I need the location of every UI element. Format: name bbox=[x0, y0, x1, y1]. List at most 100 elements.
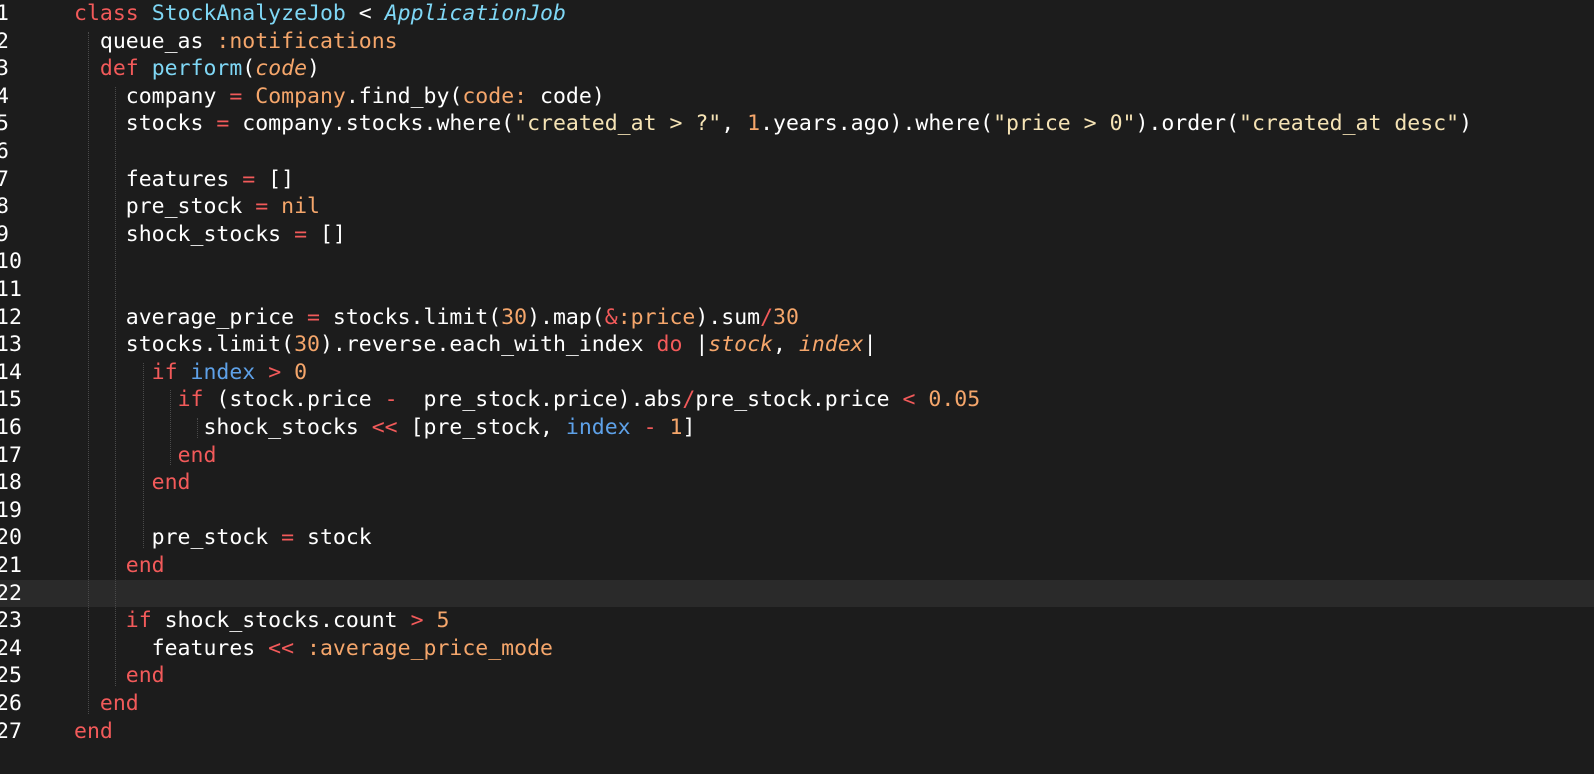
gutter[interactable]: 10 bbox=[0, 248, 40, 276]
code-line[interactable]: 26 end bbox=[0, 690, 1594, 718]
code-editor[interactable]: 1 class StockAnalyzeJob < ApplicationJob 2… bbox=[0, 0, 1594, 774]
code-line[interactable]: 2 queue_as :notifications bbox=[0, 28, 1594, 56]
code-line[interactable]: 3 def perform(code) bbox=[0, 55, 1594, 83]
code-text[interactable]: pre_stock = stock bbox=[74, 524, 372, 552]
code-token: code bbox=[255, 56, 308, 82]
code-line[interactable]: 17 end bbox=[0, 442, 1594, 470]
code-token: stock bbox=[708, 332, 774, 358]
code-line[interactable]: 24 features << :average_price_mode bbox=[0, 635, 1594, 663]
code-token: ).order( bbox=[1135, 111, 1240, 137]
code-line[interactable]: 20 pre_stock = stock bbox=[0, 524, 1594, 552]
gutter[interactable]: 3 bbox=[0, 55, 40, 83]
code-line[interactable]: 5 stocks = company.stocks.where("created… bbox=[0, 110, 1594, 138]
code-text[interactable]: class StockAnalyzeJob < ApplicationJob bbox=[74, 0, 566, 28]
code-line[interactable]: 13 stocks.limit(30).reverse.each_with_in… bbox=[0, 331, 1594, 359]
gutter[interactable]: 8 bbox=[0, 193, 40, 221]
code-line[interactable]: 21 end bbox=[0, 552, 1594, 580]
gutter[interactable]: 7 bbox=[0, 166, 40, 194]
code-text[interactable]: company = Company.find_by(code: code) bbox=[74, 83, 605, 111]
code-line[interactable]: 1 class StockAnalyzeJob < ApplicationJob bbox=[0, 0, 1594, 28]
code-line[interactable]: 6 bbox=[0, 138, 1594, 166]
gutter[interactable]: 27 bbox=[0, 718, 40, 746]
code-token: stocks.limit( bbox=[319, 304, 502, 330]
gutter[interactable]: 21 bbox=[0, 552, 40, 580]
gutter[interactable]: 23 bbox=[0, 607, 40, 635]
code-token: = bbox=[229, 83, 243, 109]
gutter[interactable]: 4 bbox=[0, 83, 40, 111]
code-token: if bbox=[125, 608, 152, 634]
code-text[interactable]: def perform(code) bbox=[74, 55, 320, 83]
code-text[interactable]: average_price = stocks.limit(30).map(&:p… bbox=[74, 304, 799, 332]
code-line[interactable]: 25 end bbox=[0, 662, 1594, 690]
code-token: do bbox=[656, 332, 683, 358]
code-text[interactable]: stocks = company.stocks.where("created_a… bbox=[74, 110, 1472, 138]
code-text[interactable]: end bbox=[74, 442, 217, 470]
code-token: "created_at desc" bbox=[1239, 111, 1460, 137]
gutter[interactable]: 13 bbox=[0, 331, 40, 359]
gutter[interactable]: 11 bbox=[0, 276, 40, 304]
code-text[interactable]: end bbox=[74, 718, 113, 746]
code-token: "created_at > ?" bbox=[514, 111, 722, 137]
gutter[interactable]: 14 bbox=[0, 359, 40, 387]
gutter[interactable]: 12 bbox=[0, 304, 40, 332]
gutter[interactable]: 9 bbox=[0, 221, 40, 249]
code-line[interactable]: 16 shock_stocks << [pre_stock, index - 1… bbox=[0, 414, 1594, 442]
code-token: end bbox=[74, 718, 113, 744]
code-line[interactable]: 9 shock_stocks = [] bbox=[0, 221, 1594, 249]
code-line[interactable]: 22 bbox=[0, 579, 1594, 608]
gutter[interactable]: 1 bbox=[0, 0, 40, 28]
code-line[interactable]: 12 average_price = stocks.limit(30).map(… bbox=[0, 304, 1594, 332]
code-token: = bbox=[281, 525, 295, 551]
gutter[interactable]: 6 bbox=[0, 138, 40, 166]
code-line[interactable]: 11 bbox=[0, 276, 1594, 304]
code-token: pre_stock.price bbox=[695, 387, 903, 413]
gutter[interactable]: 24 bbox=[0, 635, 40, 663]
code-line[interactable]: 18 end bbox=[0, 469, 1594, 497]
gutter[interactable]: 20 bbox=[0, 524, 40, 552]
code-token: shock_stocks.count bbox=[151, 608, 411, 634]
code-token: queue_as bbox=[74, 28, 217, 54]
code-text[interactable]: stocks.limit(30).reverse.each_with_index… bbox=[74, 331, 877, 359]
code-text[interactable]: if (stock.price - pre_stock.price).abs/p… bbox=[74, 386, 981, 414]
code-text[interactable]: pre_stock = nil bbox=[74, 193, 320, 221]
code-token: / bbox=[682, 387, 696, 413]
code-line[interactable]: 14 if index > 0 bbox=[0, 359, 1594, 387]
code-line[interactable]: 23 if shock_stocks.count > 5 bbox=[0, 607, 1594, 635]
code-text[interactable]: shock_stocks << [pre_stock, index - 1] bbox=[74, 414, 695, 442]
code-text[interactable]: if shock_stocks.count > 5 bbox=[74, 607, 450, 635]
code-line[interactable]: 19 bbox=[0, 497, 1594, 525]
code-text[interactable]: end bbox=[74, 690, 139, 718]
code-line[interactable]: 27 end bbox=[0, 718, 1594, 746]
gutter[interactable]: 16 bbox=[0, 414, 40, 442]
gutter[interactable]: 2 bbox=[0, 28, 40, 56]
code-text[interactable]: features << :average_price_mode bbox=[74, 635, 553, 663]
line-number: 11 bbox=[0, 277, 22, 302]
gutter[interactable]: 22 bbox=[0, 580, 40, 608]
code-text[interactable]: end bbox=[74, 469, 191, 497]
gutter[interactable]: 25 bbox=[0, 662, 40, 690]
code-line[interactable]: 4 company = Company.find_by(code: code) bbox=[0, 83, 1594, 111]
code-line[interactable]: 7 features = [] bbox=[0, 166, 1594, 194]
code-line[interactable]: 15 if (stock.price - pre_stock.price).ab… bbox=[0, 386, 1594, 414]
code-token: [pre_stock, bbox=[397, 415, 566, 440]
code-text[interactable]: queue_as :notifications bbox=[74, 28, 398, 56]
code-line[interactable]: 10 bbox=[0, 248, 1594, 276]
code-line[interactable]: 8 pre_stock = nil bbox=[0, 193, 1594, 221]
code-text[interactable]: features = [] bbox=[74, 166, 294, 194]
gutter[interactable]: 19 bbox=[0, 497, 40, 525]
code-text[interactable]: if index > 0 bbox=[74, 359, 307, 387]
gutter[interactable]: 26 bbox=[0, 690, 40, 718]
gutter[interactable]: 5 bbox=[0, 110, 40, 138]
gutter[interactable]: 17 bbox=[0, 442, 40, 470]
code-token: < bbox=[902, 387, 916, 413]
code-token: 0.05 bbox=[928, 387, 981, 413]
code-token: ).sum bbox=[695, 304, 761, 330]
gutter[interactable]: 15 bbox=[0, 386, 40, 414]
code-token: perform bbox=[151, 56, 243, 82]
gutter[interactable]: 18 bbox=[0, 469, 40, 497]
line-number: 25 bbox=[0, 663, 22, 689]
code-token: < bbox=[345, 1, 385, 26]
